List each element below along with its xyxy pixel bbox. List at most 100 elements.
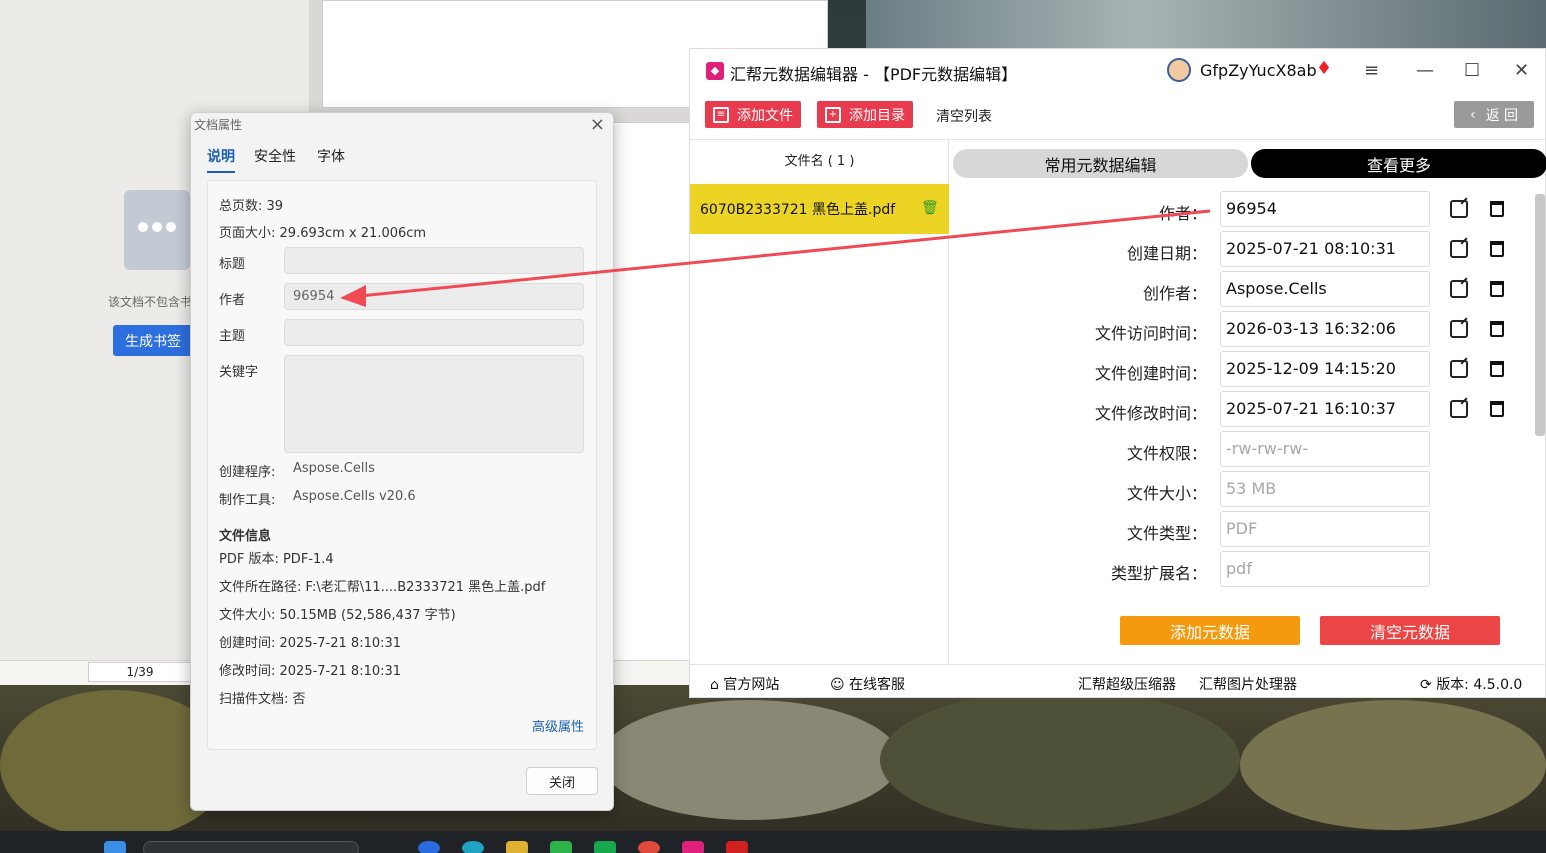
- browser-icon[interactable]: [418, 841, 440, 853]
- field-input[interactable]: 2025-07-21 16:10:37: [1220, 391, 1430, 427]
- tab-security[interactable]: 安全性: [254, 146, 296, 166]
- field-label: 文件大小：: [1126, 484, 1207, 503]
- creator-value: Aspose.Cells: [293, 461, 375, 476]
- field-input[interactable]: PDF: [1220, 511, 1430, 547]
- edge-icon[interactable]: [462, 841, 484, 853]
- close-button[interactable]: 关闭: [526, 767, 598, 795]
- chevron-left-icon: ‹: [1469, 106, 1476, 123]
- menu-icon[interactable]: ≡: [1364, 60, 1379, 81]
- metadata-editor-icon[interactable]: [682, 841, 704, 853]
- field-input[interactable]: 2025-07-21 08:10:31: [1220, 231, 1430, 267]
- field-label: 文件访问时间：: [1094, 324, 1207, 343]
- trash-icon[interactable]: [1490, 361, 1504, 377]
- maximize-icon[interactable]: ☐: [1464, 60, 1480, 81]
- wallpaper-rock: [1240, 700, 1546, 830]
- compressor-link[interactable]: 汇帮超级压缩器: [1078, 674, 1176, 694]
- website-link[interactable]: ⌂ 官方网站: [710, 674, 779, 694]
- edit-icon[interactable]: [1450, 360, 1468, 378]
- file-info-heading: 文件信息: [219, 529, 272, 544]
- wallpaper-rock: [600, 700, 900, 820]
- field-input[interactable]: 53 MB: [1220, 471, 1430, 507]
- generate-bookmark-button[interactable]: 生成书签: [113, 325, 193, 356]
- producer-value: Aspose.Cells v20.6: [293, 489, 416, 504]
- vip-diamond-icon: ♦: [1316, 58, 1333, 79]
- field-label: 创建日期：: [1126, 244, 1207, 263]
- taskbar-search[interactable]: [143, 841, 359, 853]
- wallpaper-sky: [866, 0, 1546, 48]
- pdf-icon[interactable]: [726, 841, 748, 853]
- field-input[interactable]: pdf: [1220, 551, 1430, 587]
- field-label: 创作者：: [1142, 284, 1207, 303]
- file-list-header: 文件名 ( 1 ): [784, 154, 855, 169]
- home-icon: ⌂: [710, 677, 719, 693]
- author-field[interactable]: 96954: [284, 283, 584, 310]
- field-label: 文件权限：: [1126, 444, 1207, 463]
- version-info: ⟳ 版本: 4.5.0.0: [1420, 677, 1523, 693]
- tab-view-more[interactable]: 查看更多: [1251, 149, 1546, 178]
- field-label: 文件修改时间：: [1094, 404, 1207, 423]
- minimize-icon[interactable]: —: [1416, 60, 1434, 81]
- close-icon[interactable]: ×: [590, 114, 605, 135]
- description-panel: 总页数: 39 页面大小: 29.693cm x 21.006cm 标题 作者 …: [207, 180, 597, 750]
- support-link[interactable]: ☺ 在线客服: [830, 674, 905, 694]
- trash-icon[interactable]: [1490, 401, 1504, 417]
- advanced-properties-link[interactable]: 高级属性: [532, 716, 584, 735]
- trash-icon[interactable]: [1490, 281, 1504, 297]
- field-input[interactable]: -rw-rw-rw-: [1220, 431, 1430, 467]
- back-button[interactable]: ‹ 返 回: [1454, 101, 1534, 128]
- total-pages: 总页数: 39: [219, 199, 284, 214]
- tab-fonts[interactable]: 字体: [317, 146, 345, 166]
- window-title: 汇帮元数据编辑器 - 【PDF元数据编辑】: [730, 65, 1018, 84]
- divider: [690, 664, 1546, 665]
- app-logo-icon: ◆: [706, 62, 724, 80]
- add-metadata-button[interactable]: 添加元数据: [1120, 616, 1300, 645]
- tab-description[interactable]: 说明: [207, 146, 235, 166]
- edit-icon[interactable]: [1450, 400, 1468, 418]
- edit-icon[interactable]: [1450, 200, 1468, 218]
- field-label: 文件创建时间：: [1094, 364, 1207, 383]
- start-icon[interactable]: [104, 841, 126, 853]
- no-bookmark-notice: 该文档不包含书: [108, 295, 193, 309]
- close-icon[interactable]: ✕: [1514, 60, 1529, 81]
- field-input[interactable]: Aspose.Cells: [1220, 271, 1430, 307]
- folder-icon[interactable]: [506, 841, 528, 853]
- trash-icon[interactable]: [1490, 241, 1504, 257]
- edit-icon[interactable]: [1450, 320, 1468, 338]
- scrollbar[interactable]: [1535, 194, 1545, 436]
- field-input[interactable]: 2026-03-13 16:32:06: [1220, 311, 1430, 347]
- subject-field[interactable]: [284, 319, 584, 346]
- field-input[interactable]: 2025-12-09 14:15:20: [1220, 351, 1430, 387]
- clear-metadata-button[interactable]: 清空元数据: [1320, 616, 1500, 645]
- keywords-field[interactable]: [284, 355, 584, 453]
- avatar[interactable]: [1167, 58, 1191, 82]
- clear-list-button[interactable]: 清空列表: [936, 106, 992, 126]
- active-tab-indicator: [207, 171, 235, 173]
- file-icon: ≡: [713, 106, 729, 123]
- chrome-icon[interactable]: [638, 841, 660, 853]
- metadata-field-list: 作者： 96954 创建日期： 2025-07-21 08:10:31 创作者： Aspo…: [690, 189, 1546, 609]
- field-label: 作者：: [1158, 204, 1207, 223]
- page-size: 页面大小: 29.693cm x 21.006cm: [219, 226, 427, 241]
- tab-common-metadata[interactable]: 常用元数据编辑: [953, 149, 1248, 178]
- title-field[interactable]: [284, 247, 584, 274]
- producer-label: 制作工具:: [219, 493, 276, 508]
- app-icon[interactable]: [594, 841, 616, 853]
- wallpaper-rock: [880, 690, 1240, 830]
- refresh-icon[interactable]: ⟳: [1420, 677, 1432, 693]
- field-input[interactable]: 96954: [1220, 191, 1430, 227]
- page-number-field[interactable]: 1/39: [88, 662, 192, 682]
- add-file-button[interactable]: ≡ 添加文件: [705, 101, 801, 128]
- trash-icon[interactable]: [1490, 201, 1504, 217]
- folder-icon: +: [825, 106, 841, 123]
- edit-icon[interactable]: [1450, 280, 1468, 298]
- add-folder-button[interactable]: + 添加目录: [817, 101, 913, 128]
- created-time: 创建时间: 2025-7-21 8:10:31: [219, 636, 402, 651]
- author-label: 作者: [219, 293, 246, 308]
- modified-time: 修改时间: 2025-7-21 8:10:31: [219, 664, 402, 679]
- title-label: 标题: [219, 257, 246, 272]
- trash-icon[interactable]: [1490, 321, 1504, 337]
- app-icon[interactable]: [550, 841, 572, 853]
- image-tool-link[interactable]: 汇帮图片处理器: [1199, 674, 1297, 694]
- keywords-label: 关键字: [219, 365, 259, 380]
- edit-icon[interactable]: [1450, 240, 1468, 258]
